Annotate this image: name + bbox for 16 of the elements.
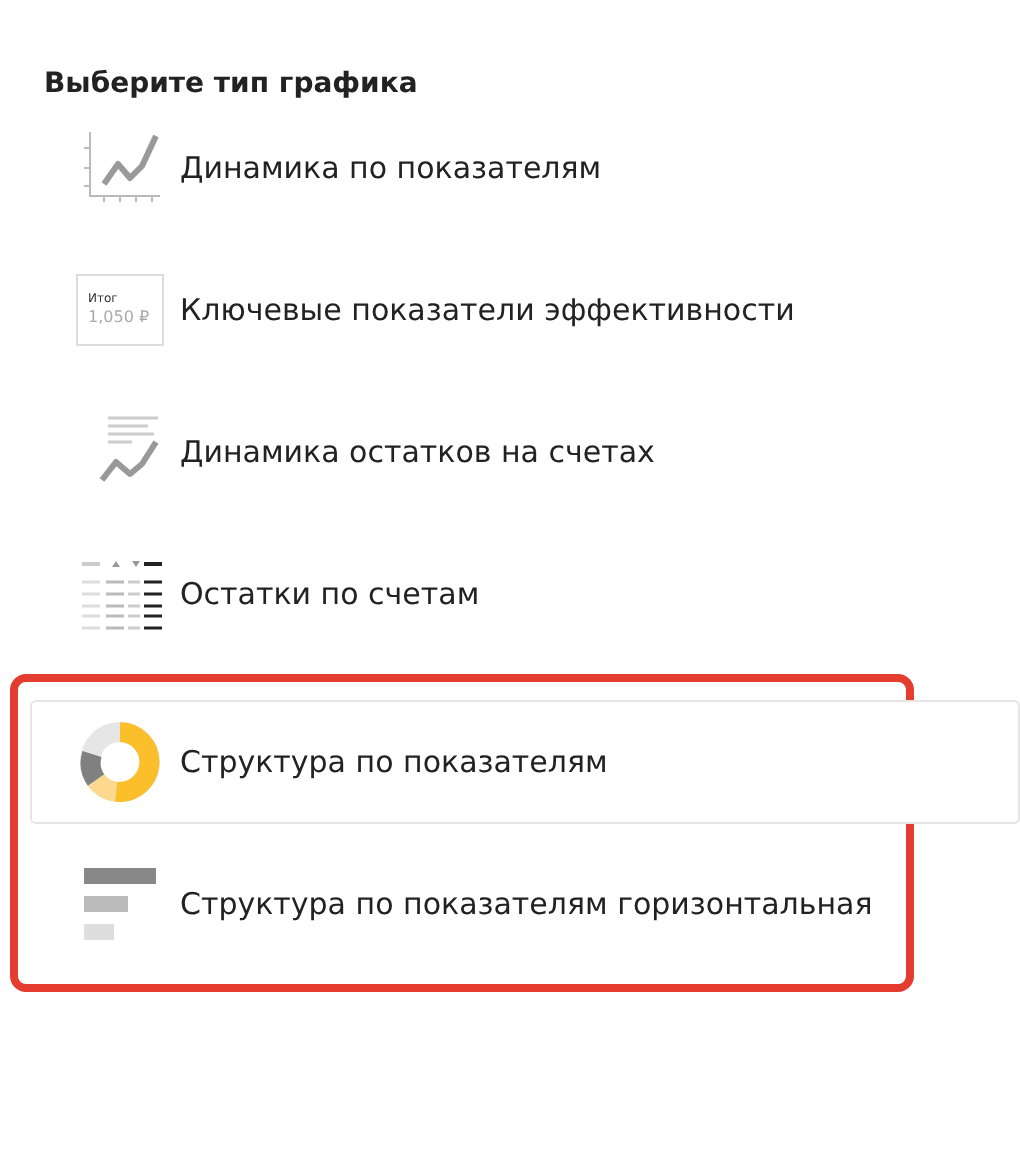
- kpi-value: 1,050 ₽: [88, 308, 152, 328]
- option-label: Остатки по счетам: [180, 573, 480, 616]
- option-label: Динамика по показателям: [180, 147, 602, 190]
- horizontal-bar-icon: [84, 868, 156, 940]
- chart-type-option[interactable]: Динамика по показателям: [30, 106, 1020, 230]
- chart-type-option[interactable]: Остатки по счетам: [30, 532, 1020, 656]
- table-chart-icon: [76, 558, 164, 630]
- option-label: Динамика остатков на счетах: [180, 431, 655, 474]
- chart-type-option[interactable]: Динамика остатков на счетах: [30, 390, 1020, 514]
- chart-type-option[interactable]: Структура по показателям: [30, 700, 1020, 824]
- chart-type-option[interactable]: Структура по показателям горизонтальная: [30, 842, 1020, 966]
- donut-chart-icon: [78, 720, 162, 804]
- option-label: Структура по показателям: [180, 741, 608, 784]
- dialog-title: Выберите тип графика: [44, 66, 420, 104]
- option-label: Структура по показателям горизонтальная: [180, 883, 873, 926]
- option-label: Ключевые показатели эффективности: [180, 289, 795, 332]
